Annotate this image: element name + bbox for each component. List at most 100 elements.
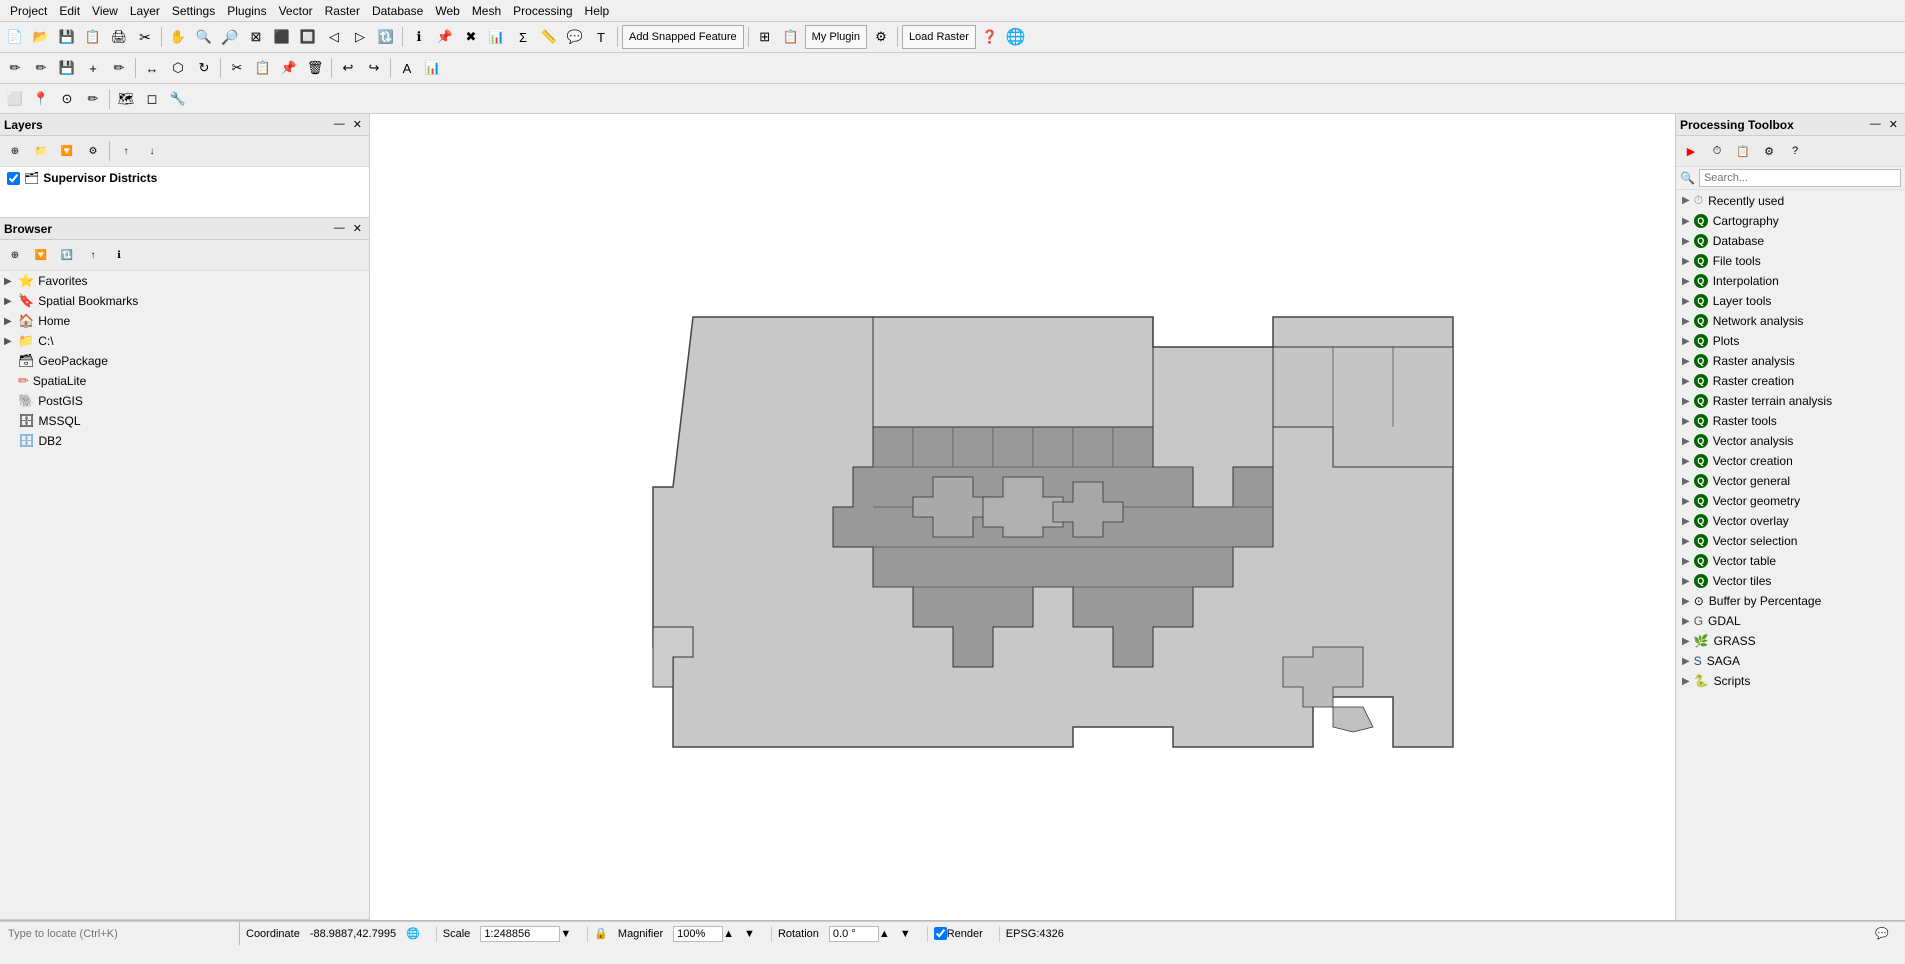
open-project-btn[interactable]: 📂 (29, 25, 53, 49)
my-plugin-btn[interactable]: My Plugin (805, 25, 867, 49)
delete-selected-btn[interactable]: 🗑 (303, 56, 327, 80)
zoom-in-btn[interactable]: 🔍 (192, 25, 216, 49)
layer-item-supervisor-districts[interactable]: 🗂 Supervisor Districts (0, 167, 369, 189)
move-feature-btn[interactable]: ↔ (140, 56, 164, 80)
scale-dropdown-btn[interactable]: ▼ (560, 928, 571, 940)
browser-info-btn[interactable]: ℹ (107, 243, 131, 267)
menu-plugins[interactable]: Plugins (221, 2, 272, 20)
proc-item-cartography[interactable]: ▶ Q Cartography (1676, 211, 1905, 231)
proc-item-file-tools[interactable]: ▶ Q File tools (1676, 251, 1905, 271)
layer-checkbox-supervisor-districts[interactable] (7, 172, 20, 185)
menu-view[interactable]: View (86, 2, 124, 20)
proc-options-btn[interactable]: ⚙ (1757, 139, 1781, 163)
text-annotation-btn[interactable]: T (589, 25, 613, 49)
proc-item-raster-analysis[interactable]: ▶ Q Raster analysis (1676, 351, 1905, 371)
menu-project[interactable]: Project (4, 2, 53, 20)
move-layer-up-btn[interactable]: ↑ (114, 139, 138, 163)
proc-item-layer-tools[interactable]: ▶ Q Layer tools (1676, 291, 1905, 311)
select-features-btn[interactable]: ⬜ (3, 87, 27, 111)
browser-filter-btn[interactable]: 🔽 (29, 243, 53, 267)
3d-map-btn[interactable]: 🗺 (114, 87, 138, 111)
layers-panel-minimize[interactable]: — (331, 117, 348, 132)
layer-properties-btn[interactable]: 📋 (779, 25, 803, 49)
proc-results-btn[interactable]: 📋 (1731, 139, 1755, 163)
proc-item-plots[interactable]: ▶ Q Plots (1676, 331, 1905, 351)
proc-run-btn[interactable]: ▶ (1679, 139, 1703, 163)
add-group-btn[interactable]: 📁 (29, 139, 53, 163)
layer-settings-btn[interactable]: ⚙ (81, 139, 105, 163)
select-radius-btn[interactable]: ⊙ (55, 87, 79, 111)
proc-item-network-analysis[interactable]: ▶ Q Network analysis (1676, 311, 1905, 331)
proc-item-database[interactable]: ▶ Q Database (1676, 231, 1905, 251)
settings-icon-btn[interactable]: ⚙ (869, 25, 893, 49)
zoom-layer-btn[interactable]: ⬛ (270, 25, 294, 49)
select-btn[interactable]: 📌 (433, 25, 457, 49)
current-edits-btn[interactable]: ✏ (3, 56, 27, 80)
processing-minimize-btn[interactable]: — (1867, 117, 1884, 132)
browser-item-db2[interactable]: ▶ 🗄 DB2 (0, 431, 369, 451)
identify-btn[interactable]: ℹ (407, 25, 431, 49)
deselect-btn[interactable]: ✖ (459, 25, 483, 49)
node-tool-btn[interactable]: ⬡ (166, 56, 190, 80)
menu-processing[interactable]: Processing (507, 2, 578, 20)
redo-edit-btn[interactable]: ↪ (362, 56, 386, 80)
paste-features-btn[interactable]: 📌 (277, 56, 301, 80)
proc-item-raster-creation[interactable]: ▶ Q Raster creation (1676, 371, 1905, 391)
save-project-btn[interactable]: 💾 (55, 25, 79, 49)
menu-database[interactable]: Database (366, 2, 429, 20)
proc-item-vector-general[interactable]: ▶ Q Vector general (1676, 471, 1905, 491)
rotation-input[interactable] (829, 926, 879, 942)
browser-item-postgis[interactable]: ▶ 🐘 PostGIS (0, 391, 369, 411)
move-layer-down-btn[interactable]: ↓ (140, 139, 164, 163)
render-checkbox[interactable] (934, 927, 947, 940)
add-snapped-feature-btn[interactable]: Add Snapped Feature (622, 25, 744, 49)
advanced-digitize-btn[interactable]: 🔧 (166, 87, 190, 111)
menu-edit[interactable]: Edit (53, 2, 86, 20)
3d-cube-btn[interactable]: ◻ (140, 87, 164, 111)
browser-refresh-btn[interactable]: 🔃 (55, 243, 79, 267)
messages-icon[interactable]: 💬 (1875, 927, 1889, 940)
annotation-btn[interactable]: 💬 (563, 25, 587, 49)
rotation-spin-up[interactable]: ▲ (879, 928, 890, 940)
rotation-spin-down[interactable]: ▼ (900, 928, 911, 940)
magnifier-input[interactable] (673, 926, 723, 942)
processing-close-btn[interactable]: ✕ (1886, 117, 1901, 132)
refresh-btn[interactable]: 🔃 (374, 25, 398, 49)
open-layer-style-btn[interactable]: ⊕ (3, 139, 27, 163)
proc-item-vector-selection[interactable]: ▶ Q Vector selection (1676, 531, 1905, 551)
menu-layer[interactable]: Layer (124, 2, 166, 20)
proc-item-raster-tools[interactable]: ▶ Q Raster tools (1676, 411, 1905, 431)
browser-item-c-drive[interactable]: ▶ 📁 C:\ (0, 331, 369, 351)
browser-add-btn[interactable]: ⊕ (3, 243, 27, 267)
proc-item-grass[interactable]: ▶ 🌿 GRASS (1676, 631, 1905, 651)
measure-btn[interactable]: 📏 (537, 25, 561, 49)
proc-item-vector-analysis[interactable]: ▶ Q Vector analysis (1676, 431, 1905, 451)
proc-item-vector-overlay[interactable]: ▶ Q Vector overlay (1676, 511, 1905, 531)
toggle-edit-btn[interactable]: ✏ (29, 56, 53, 80)
scale-input[interactable] (480, 926, 560, 942)
menu-raster[interactable]: Raster (319, 2, 366, 20)
crs-label[interactable]: EPSG:4326 (1006, 928, 1064, 940)
browser-item-geopackage[interactable]: ▶ 🗃 GeoPackage (0, 351, 369, 371)
copy-features-btn[interactable]: 📋 (251, 56, 275, 80)
map-canvas[interactable] (370, 114, 1675, 920)
rotate-btn[interactable]: ↻ (192, 56, 216, 80)
save-edits-btn[interactable]: 💾 (55, 56, 79, 80)
magnifier-spin-down[interactable]: ▼ (744, 928, 755, 940)
save-as-btn[interactable]: 📋 (81, 25, 105, 49)
proc-item-saga[interactable]: ▶ S SAGA (1676, 651, 1905, 671)
proc-item-gdal[interactable]: ▶ G GDAL (1676, 611, 1905, 631)
cut-features-btn[interactable]: ✂ (225, 56, 249, 80)
proc-item-vector-table[interactable]: ▶ Q Vector table (1676, 551, 1905, 571)
magnifier-spin-up[interactable]: ▲ (723, 928, 734, 940)
zoom-prev-btn[interactable]: ◁ (322, 25, 346, 49)
proc-item-scripts[interactable]: ▶ 🐍 Scripts (1676, 671, 1905, 691)
digitize-btn[interactable]: ✏ (107, 56, 131, 80)
undo-edit-btn[interactable]: ↩ (336, 56, 360, 80)
proc-history-btn[interactable]: ⏱ (1705, 139, 1729, 163)
menu-settings[interactable]: Settings (166, 2, 221, 20)
locate-input[interactable] (4, 926, 235, 942)
zoom-next-btn[interactable]: ▷ (348, 25, 372, 49)
menu-web[interactable]: Web (429, 2, 465, 20)
proc-item-vector-creation[interactable]: ▶ Q Vector creation (1676, 451, 1905, 471)
